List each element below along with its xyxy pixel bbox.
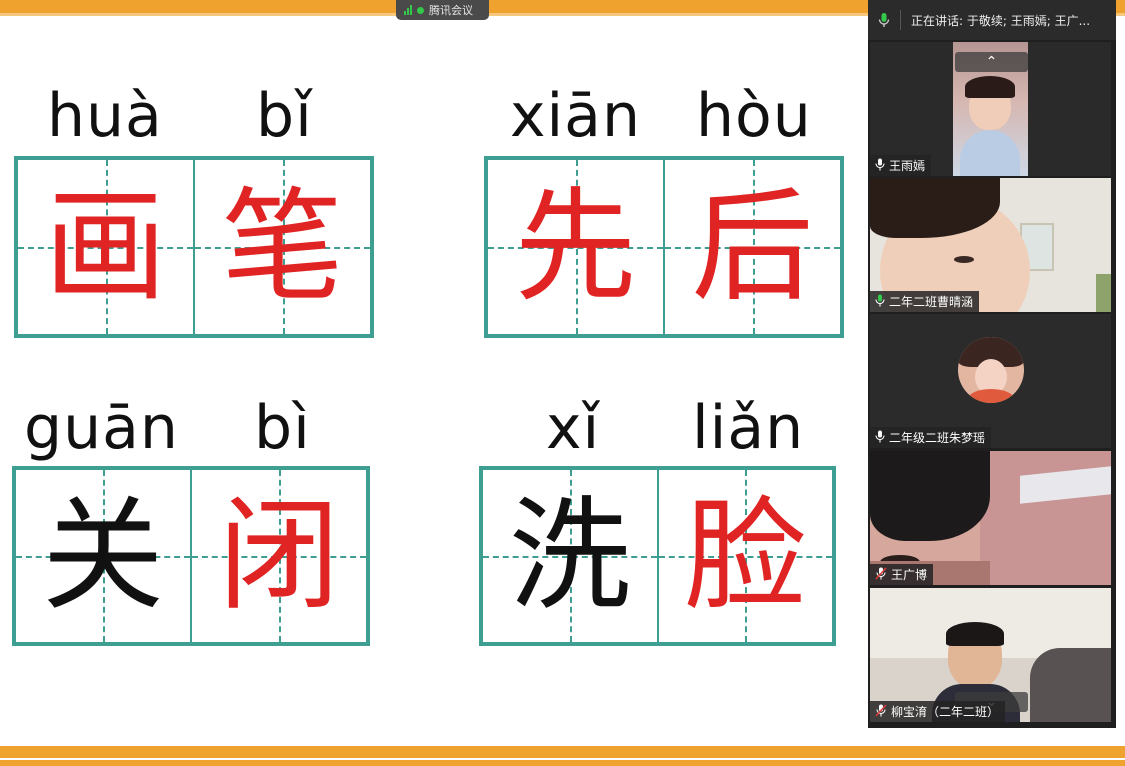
pinyin-word2-b: hòu: [696, 81, 812, 151]
participants-panel: 正在讲话: 于敬续; 王雨嫣; 王广... ⌃ 王雨嫣 二年二班曹晴涵 二年级二…: [868, 0, 1116, 728]
meeting-app-tag[interactable]: 腾讯会议: [396, 0, 489, 20]
video-tile[interactable]: 二年二班曹晴涵: [870, 178, 1111, 312]
writing-grid-word2: 先 后: [484, 156, 844, 338]
grid-cell: 关: [16, 470, 190, 642]
pinyin-word1-b: bǐ: [256, 81, 313, 151]
bottom-decor-bar: [0, 746, 1125, 766]
hanzi-char: 后: [691, 176, 814, 318]
participant-name: 王广博: [891, 568, 928, 582]
microphone-active-icon: [878, 12, 890, 28]
participant-name-tag: 二年二班曹晴涵: [870, 291, 980, 312]
pinyin-word4-b: liǎn: [692, 393, 805, 463]
writing-grid-word1: 画 笔: [14, 156, 374, 338]
hanzi-char: 关: [42, 485, 164, 627]
participant-name-tag: 柳宝淯（二年二班）: [870, 701, 1006, 722]
speaking-status: 正在讲话: 于敬续; 王雨嫣; 王广...: [911, 13, 1091, 28]
grid-cell: 画: [18, 160, 193, 334]
scroll-up-button[interactable]: ⌃: [955, 52, 1028, 72]
grid-cell: 笔: [193, 160, 370, 334]
grid-cell: 闭: [190, 470, 366, 642]
grid-cell: 洗: [483, 470, 657, 642]
hanzi-char: 画: [44, 176, 167, 318]
avatar: [958, 337, 1024, 403]
video-tile[interactable]: ⌃ 王雨嫣: [870, 42, 1111, 176]
writing-grid-word4: 洗 脸: [479, 466, 836, 646]
grid-cell: 先: [488, 160, 663, 334]
participant-name: 二年二班曹晴涵: [889, 295, 974, 309]
video-tile[interactable]: 二年级二班朱梦瑶: [870, 314, 1111, 448]
divider: [900, 10, 901, 30]
hanzi-char: 脸: [684, 485, 807, 627]
pinyin-word3-a: guān: [24, 393, 179, 463]
signal-icon: [404, 5, 412, 15]
microphone-muted-icon: [875, 703, 887, 720]
microphone-muted-icon: [875, 566, 887, 583]
participant-name: 柳宝淯（二年二班）: [891, 705, 1000, 719]
pinyin-word2-a: xiān: [510, 81, 641, 151]
participant-name: 王雨嫣: [889, 159, 926, 173]
pinyin-word3-b: bì: [254, 393, 311, 463]
chevron-up-icon: ⌃: [985, 54, 998, 70]
pinyin-word4-a: xǐ: [546, 393, 601, 463]
video-tile[interactable]: ⌄ 柳宝淯（二年二班）: [870, 588, 1111, 722]
hanzi-char: 洗: [508, 485, 631, 627]
participant-name: 二年级二班朱梦瑶: [889, 431, 986, 445]
grid-cell: 后: [663, 160, 840, 334]
participant-name-tag: 王雨嫣: [870, 155, 932, 176]
participant-name-tag: 二年级二班朱梦瑶: [870, 427, 992, 448]
speaking-header: 正在讲话: 于敬续; 王雨嫣; 王广...: [868, 0, 1116, 40]
hanzi-char: 闭: [218, 485, 340, 627]
microphone-active-icon: [875, 294, 885, 310]
recording-dot-icon: [417, 6, 424, 14]
hanzi-char: 笔: [221, 176, 344, 318]
pinyin-word1-a: huà: [47, 81, 163, 151]
hanzi-char: 先: [514, 176, 637, 318]
meeting-app-name: 腾讯会议: [429, 4, 473, 17]
grid-cell: 脸: [656, 470, 832, 642]
video-tile[interactable]: 王广博: [870, 451, 1111, 585]
microphone-icon: [875, 158, 885, 174]
writing-grid-word3: 关 闭: [12, 466, 370, 646]
microphone-icon: [875, 430, 885, 446]
participant-name-tag: 王广博: [870, 564, 934, 585]
